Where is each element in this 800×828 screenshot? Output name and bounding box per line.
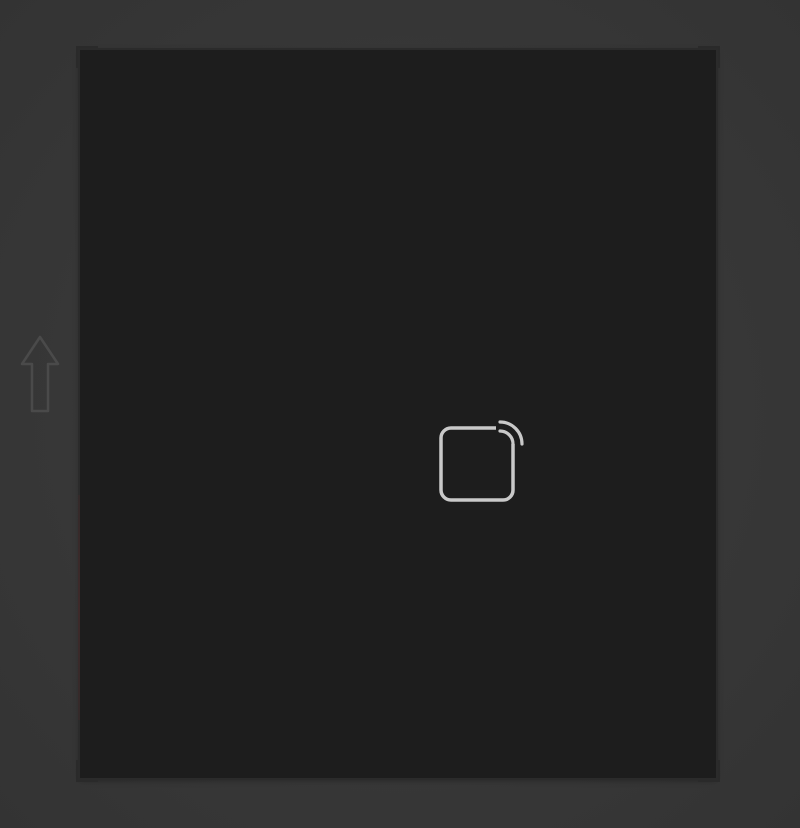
frame-edge-accent [78, 495, 80, 720]
cast-to-device-icon[interactable] [436, 418, 526, 508]
frame-corner-handle-bottom-right[interactable] [698, 760, 720, 782]
viewer-stage [0, 0, 800, 828]
content-frame[interactable] [80, 50, 716, 778]
up-arrow-icon[interactable] [18, 334, 62, 414]
frame-corner-handle-bottom-left[interactable] [76, 760, 98, 782]
frame-corner-handle-top-left[interactable] [76, 46, 98, 68]
frame-corner-handle-top-right[interactable] [698, 46, 720, 68]
